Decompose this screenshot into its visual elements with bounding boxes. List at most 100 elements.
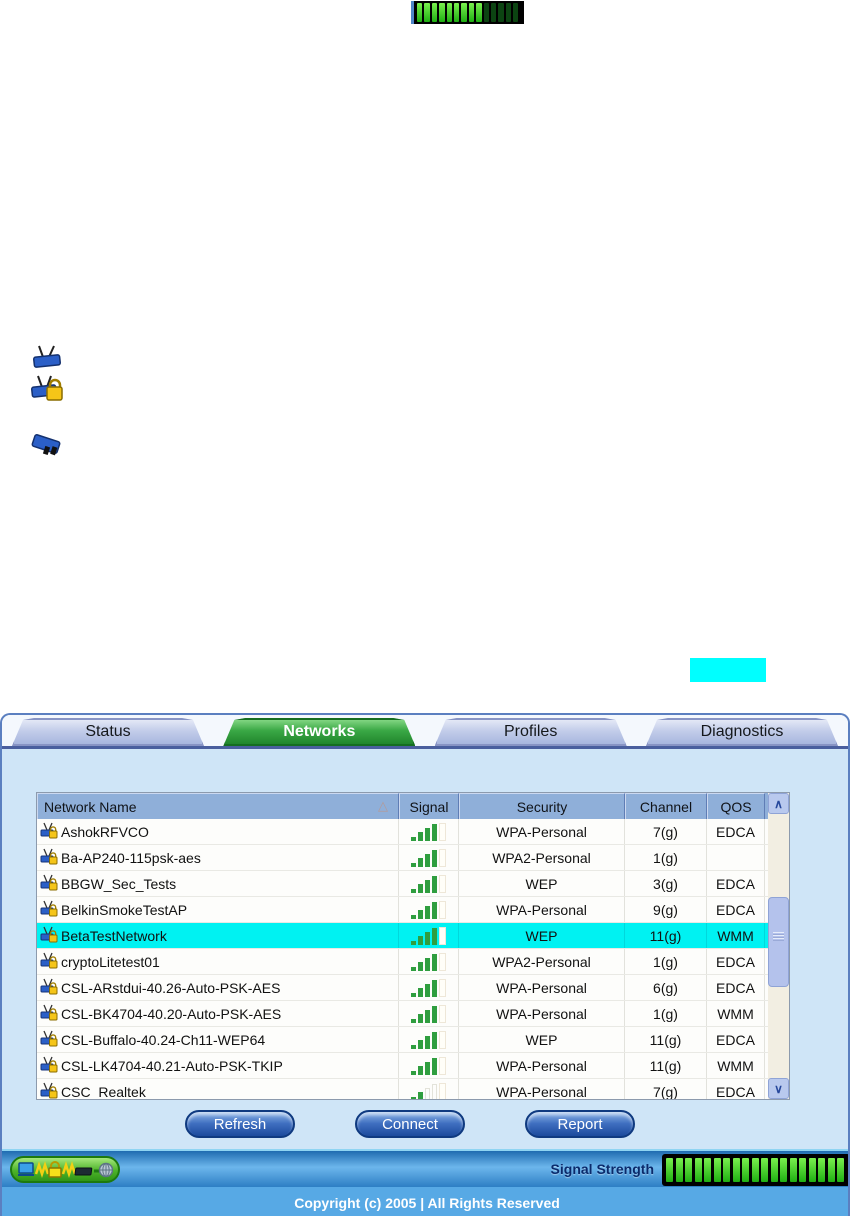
signal-cell	[399, 1001, 459, 1026]
table-header-row: Network Name △ Signal Security Channel Q…	[37, 793, 789, 819]
qos-cell	[707, 845, 765, 870]
meter-bar	[742, 1158, 749, 1182]
meter-bar	[761, 1158, 768, 1182]
table-row[interactable]: BetaTestNetwork WEP 11(g) WMM	[37, 923, 789, 949]
qos-cell: EDCA	[707, 1027, 765, 1052]
network-name-cell: AshokRFVCO	[37, 819, 399, 844]
secured-ap-icon	[40, 848, 58, 868]
meter-bar	[505, 3, 512, 22]
meter-bar	[818, 1158, 825, 1182]
signal-bars-icon	[411, 900, 446, 919]
table-row[interactable]: BelkinSmokeTestAP WPA-Personal 9(g) EDCA	[37, 897, 789, 923]
signal-bars-icon	[411, 1082, 446, 1099]
meter-bar	[483, 3, 489, 22]
wireless-adapter-icon	[30, 430, 64, 463]
qos-cell: EDCA	[707, 949, 765, 974]
table-row[interactable]: CSC_Realtek WPA-Personal 7(g) EDCA	[37, 1079, 789, 1100]
meter-bar	[713, 1158, 721, 1182]
qos-cell: WMM	[707, 1053, 765, 1078]
sort-ascending-icon: △	[378, 798, 388, 813]
signal-cell	[399, 871, 459, 896]
scroll-up-button[interactable]: ∧	[768, 793, 789, 814]
network-name: BBGW_Sec_Tests	[61, 875, 177, 892]
tab-diagnostics[interactable]: Diagnostics	[646, 718, 838, 746]
column-header-qos[interactable]: QOS	[707, 793, 765, 819]
network-name: CSC_Realtek	[61, 1083, 146, 1100]
channel-cell: 7(g)	[625, 1079, 707, 1099]
report-button[interactable]: Report	[525, 1110, 635, 1138]
brand-logo	[10, 1156, 120, 1183]
signal-cell	[399, 897, 459, 922]
table-row[interactable]: cryptoLitetest01 WPA2-Personal 1(g) EDCA	[37, 949, 789, 975]
table-row[interactable]: Ba-AP240-115psk-aes WPA2-Personal 1(g)	[37, 845, 789, 871]
meter-bar	[789, 1158, 797, 1182]
connection-diagram-icon	[18, 1160, 113, 1178]
signal-cell	[399, 1053, 459, 1078]
channel-cell: 3(g)	[625, 871, 707, 896]
highlight-color-swatch	[690, 658, 766, 682]
secured-access-point-icon	[30, 374, 64, 409]
column-header-channel[interactable]: Channel	[625, 793, 707, 819]
access-point-icon	[30, 344, 64, 375]
secured-ap-icon	[40, 978, 58, 998]
signal-bars-icon	[411, 952, 446, 971]
network-name: cryptoLitetest01	[61, 953, 160, 970]
qos-cell: EDCA	[707, 871, 765, 896]
vertical-scrollbar[interactable]: ∧ ∨	[768, 793, 789, 1099]
connect-button[interactable]: Connect	[355, 1110, 465, 1138]
network-name-cell: CSL-ARstdui-40.26-Auto-PSK-AES	[37, 975, 399, 1000]
signal-bars-icon	[411, 1004, 446, 1023]
qos-cell: EDCA	[707, 975, 765, 1000]
network-name-cell: BetaTestNetwork	[37, 923, 399, 948]
secured-ap-icon	[40, 1082, 58, 1100]
meter-bar	[808, 1158, 816, 1182]
secured-ap-icon	[40, 1056, 58, 1076]
network-list-table: Network Name △ Signal Security Channel Q…	[36, 792, 790, 1100]
meter-bar	[837, 1158, 844, 1182]
security-cell: WEP	[459, 871, 625, 896]
table-row[interactable]: CSL-Buffalo-40.24-Ch11-WEP64 WEP 11(g) EDCA	[37, 1027, 789, 1053]
table-row[interactable]: AshokRFVCO WPA-Personal 7(g) EDCA	[37, 819, 789, 845]
footer-signal-meter	[662, 1154, 848, 1186]
table-row[interactable]: BBGW_Sec_Tests WEP 3(g) EDCA	[37, 871, 789, 897]
network-name: CSL-Buffalo-40.24-Ch11-WEP64	[61, 1031, 266, 1048]
network-name-cell: CSL-LK4704-40.21-Auto-PSK-TKIP	[37, 1053, 399, 1078]
signal-cell	[399, 975, 459, 1000]
table-row[interactable]: CSL-LK4704-40.21-Auto-PSK-TKIP WPA-Person…	[37, 1053, 789, 1079]
meter-bar	[751, 1158, 759, 1182]
tab-bar: Status Networks Profiles Diagnostics	[2, 715, 848, 749]
column-header-security[interactable]: Security	[459, 793, 625, 819]
network-name: Ba-AP240-115psk-aes	[61, 849, 201, 866]
table-row[interactable]: CSL-ARstdui-40.26-Auto-PSK-AES WPA-Person…	[37, 975, 789, 1001]
table-row[interactable]: CSL-BK4704-40.20-Auto-PSK-AES WPA-Persona…	[37, 1001, 789, 1027]
meter-bar	[453, 3, 460, 22]
wlan-utility-panel: Status Networks Profiles Diagnostics Net…	[0, 713, 850, 1216]
tab-status[interactable]: Status	[12, 718, 204, 746]
channel-cell: 1(g)	[625, 949, 707, 974]
meter-bar	[770, 1158, 778, 1182]
qos-cell: EDCA	[707, 897, 765, 922]
security-cell: WPA-Personal	[459, 1001, 625, 1026]
security-cell: WPA-Personal	[459, 819, 625, 844]
meter-bar	[461, 3, 467, 22]
column-header-network-name[interactable]: Network Name △	[37, 793, 399, 819]
refresh-button[interactable]: Refresh	[185, 1110, 295, 1138]
network-name: BetaTestNetwork	[61, 927, 167, 944]
column-header-signal[interactable]: Signal	[399, 793, 459, 819]
network-name-cell: cryptoLitetest01	[37, 949, 399, 974]
secured-ap-icon	[40, 822, 58, 842]
signal-bars-icon	[411, 848, 446, 867]
scrollbar-thumb[interactable]	[768, 897, 789, 987]
meter-bar	[675, 1158, 683, 1182]
qos-cell: EDCA	[707, 1079, 765, 1099]
network-name-cell: CSC_Realtek	[37, 1079, 399, 1100]
tab-profiles[interactable]: Profiles	[435, 718, 627, 746]
meter-bar	[468, 3, 475, 22]
qos-cell: WMM	[707, 923, 765, 948]
signal-bars-icon	[411, 1056, 446, 1075]
security-cell: WPA-Personal	[459, 1053, 625, 1078]
meter-bar	[685, 1158, 692, 1182]
channel-cell: 7(g)	[625, 819, 707, 844]
scroll-down-button[interactable]: ∨	[768, 1078, 789, 1099]
tab-networks[interactable]: Networks	[223, 718, 415, 746]
